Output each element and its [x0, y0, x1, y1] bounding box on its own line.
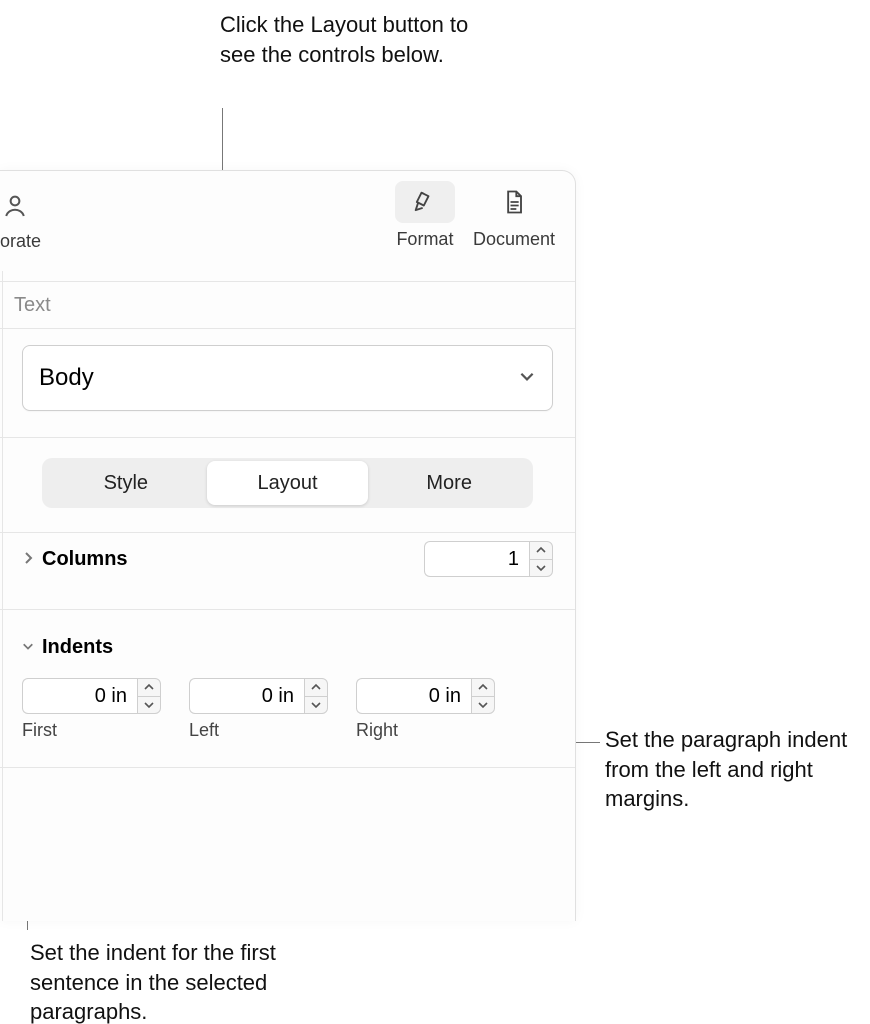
format-icon	[395, 181, 455, 223]
indent-left-down[interactable]	[305, 696, 327, 714]
indent-right-up[interactable]	[472, 679, 494, 696]
indent-left-up[interactable]	[305, 679, 327, 696]
callout-right-hline-outer	[580, 742, 600, 743]
indent-right-input[interactable]	[356, 678, 471, 714]
indent-right-col: Right	[356, 678, 495, 741]
divider	[0, 437, 575, 438]
divider	[0, 609, 575, 610]
paragraph-style-value: Body	[39, 364, 94, 392]
columns-row: Columns	[22, 533, 553, 585]
columns-stepper	[529, 541, 553, 577]
section-title: Text	[0, 282, 575, 329]
indent-first-field	[22, 678, 161, 714]
paragraph-style-popup[interactable]: Body	[22, 345, 553, 411]
indent-right-stepper	[471, 678, 495, 714]
columns-step-up[interactable]	[530, 542, 552, 559]
indent-first-up[interactable]	[138, 679, 160, 696]
format-button[interactable]: Format	[395, 181, 455, 250]
indent-left-input[interactable]	[189, 678, 304, 714]
collaborate-icon	[0, 185, 52, 227]
indent-first-col: First	[22, 678, 161, 741]
tab-more[interactable]: More	[368, 461, 530, 505]
indent-fields: First Left	[22, 678, 553, 741]
sidebar-mode-group: Format Document	[395, 181, 575, 250]
indent-left-label: Left	[189, 720, 328, 741]
format-label: Format	[396, 229, 453, 250]
indent-first-label: First	[22, 720, 161, 741]
indent-left-col: Left	[189, 678, 328, 741]
inspector-panel: orate Format Document	[0, 170, 576, 921]
indents-row: Indents	[22, 632, 553, 662]
indent-right-label: Right	[356, 720, 495, 741]
columns-step-down[interactable]	[530, 559, 552, 577]
indent-first-stepper	[137, 678, 161, 714]
document-label: Document	[473, 229, 555, 250]
divider	[0, 767, 575, 768]
callout-bottom: Set the indent for the first sentence in…	[30, 938, 300, 1024]
columns-disclosure[interactable]: Columns	[22, 548, 128, 571]
tab-layout[interactable]: Layout	[207, 461, 369, 505]
document-button[interactable]: Document	[473, 181, 555, 250]
chevron-down-icon	[22, 636, 34, 659]
indent-first-down[interactable]	[138, 696, 160, 714]
chevron-right-icon	[22, 548, 34, 571]
indent-right-down[interactable]	[472, 696, 494, 714]
callout-top: Click the Layout button to see the contr…	[220, 10, 480, 69]
chevron-down-icon	[518, 364, 536, 392]
text-tabs: Style Layout More	[42, 458, 533, 508]
indents-disclosure[interactable]: Indents	[22, 636, 113, 659]
indent-right-field	[356, 678, 495, 714]
indent-left-field	[189, 678, 328, 714]
indent-left-stepper	[304, 678, 328, 714]
indent-first-input[interactable]	[22, 678, 137, 714]
inspector-toolbar: orate Format Document	[0, 171, 575, 282]
document-icon	[484, 181, 544, 223]
columns-field	[424, 541, 553, 577]
callout-right: Set the paragraph indent from the left a…	[605, 725, 865, 814]
columns-input[interactable]	[424, 541, 529, 577]
collaborate-button[interactable]: orate	[0, 185, 52, 259]
tab-style[interactable]: Style	[45, 461, 207, 505]
indents-label: Indents	[42, 636, 113, 659]
collaborate-label: orate	[0, 231, 41, 252]
columns-label: Columns	[42, 548, 128, 571]
inspector-content: Body Style Layout More Colu	[0, 329, 575, 768]
